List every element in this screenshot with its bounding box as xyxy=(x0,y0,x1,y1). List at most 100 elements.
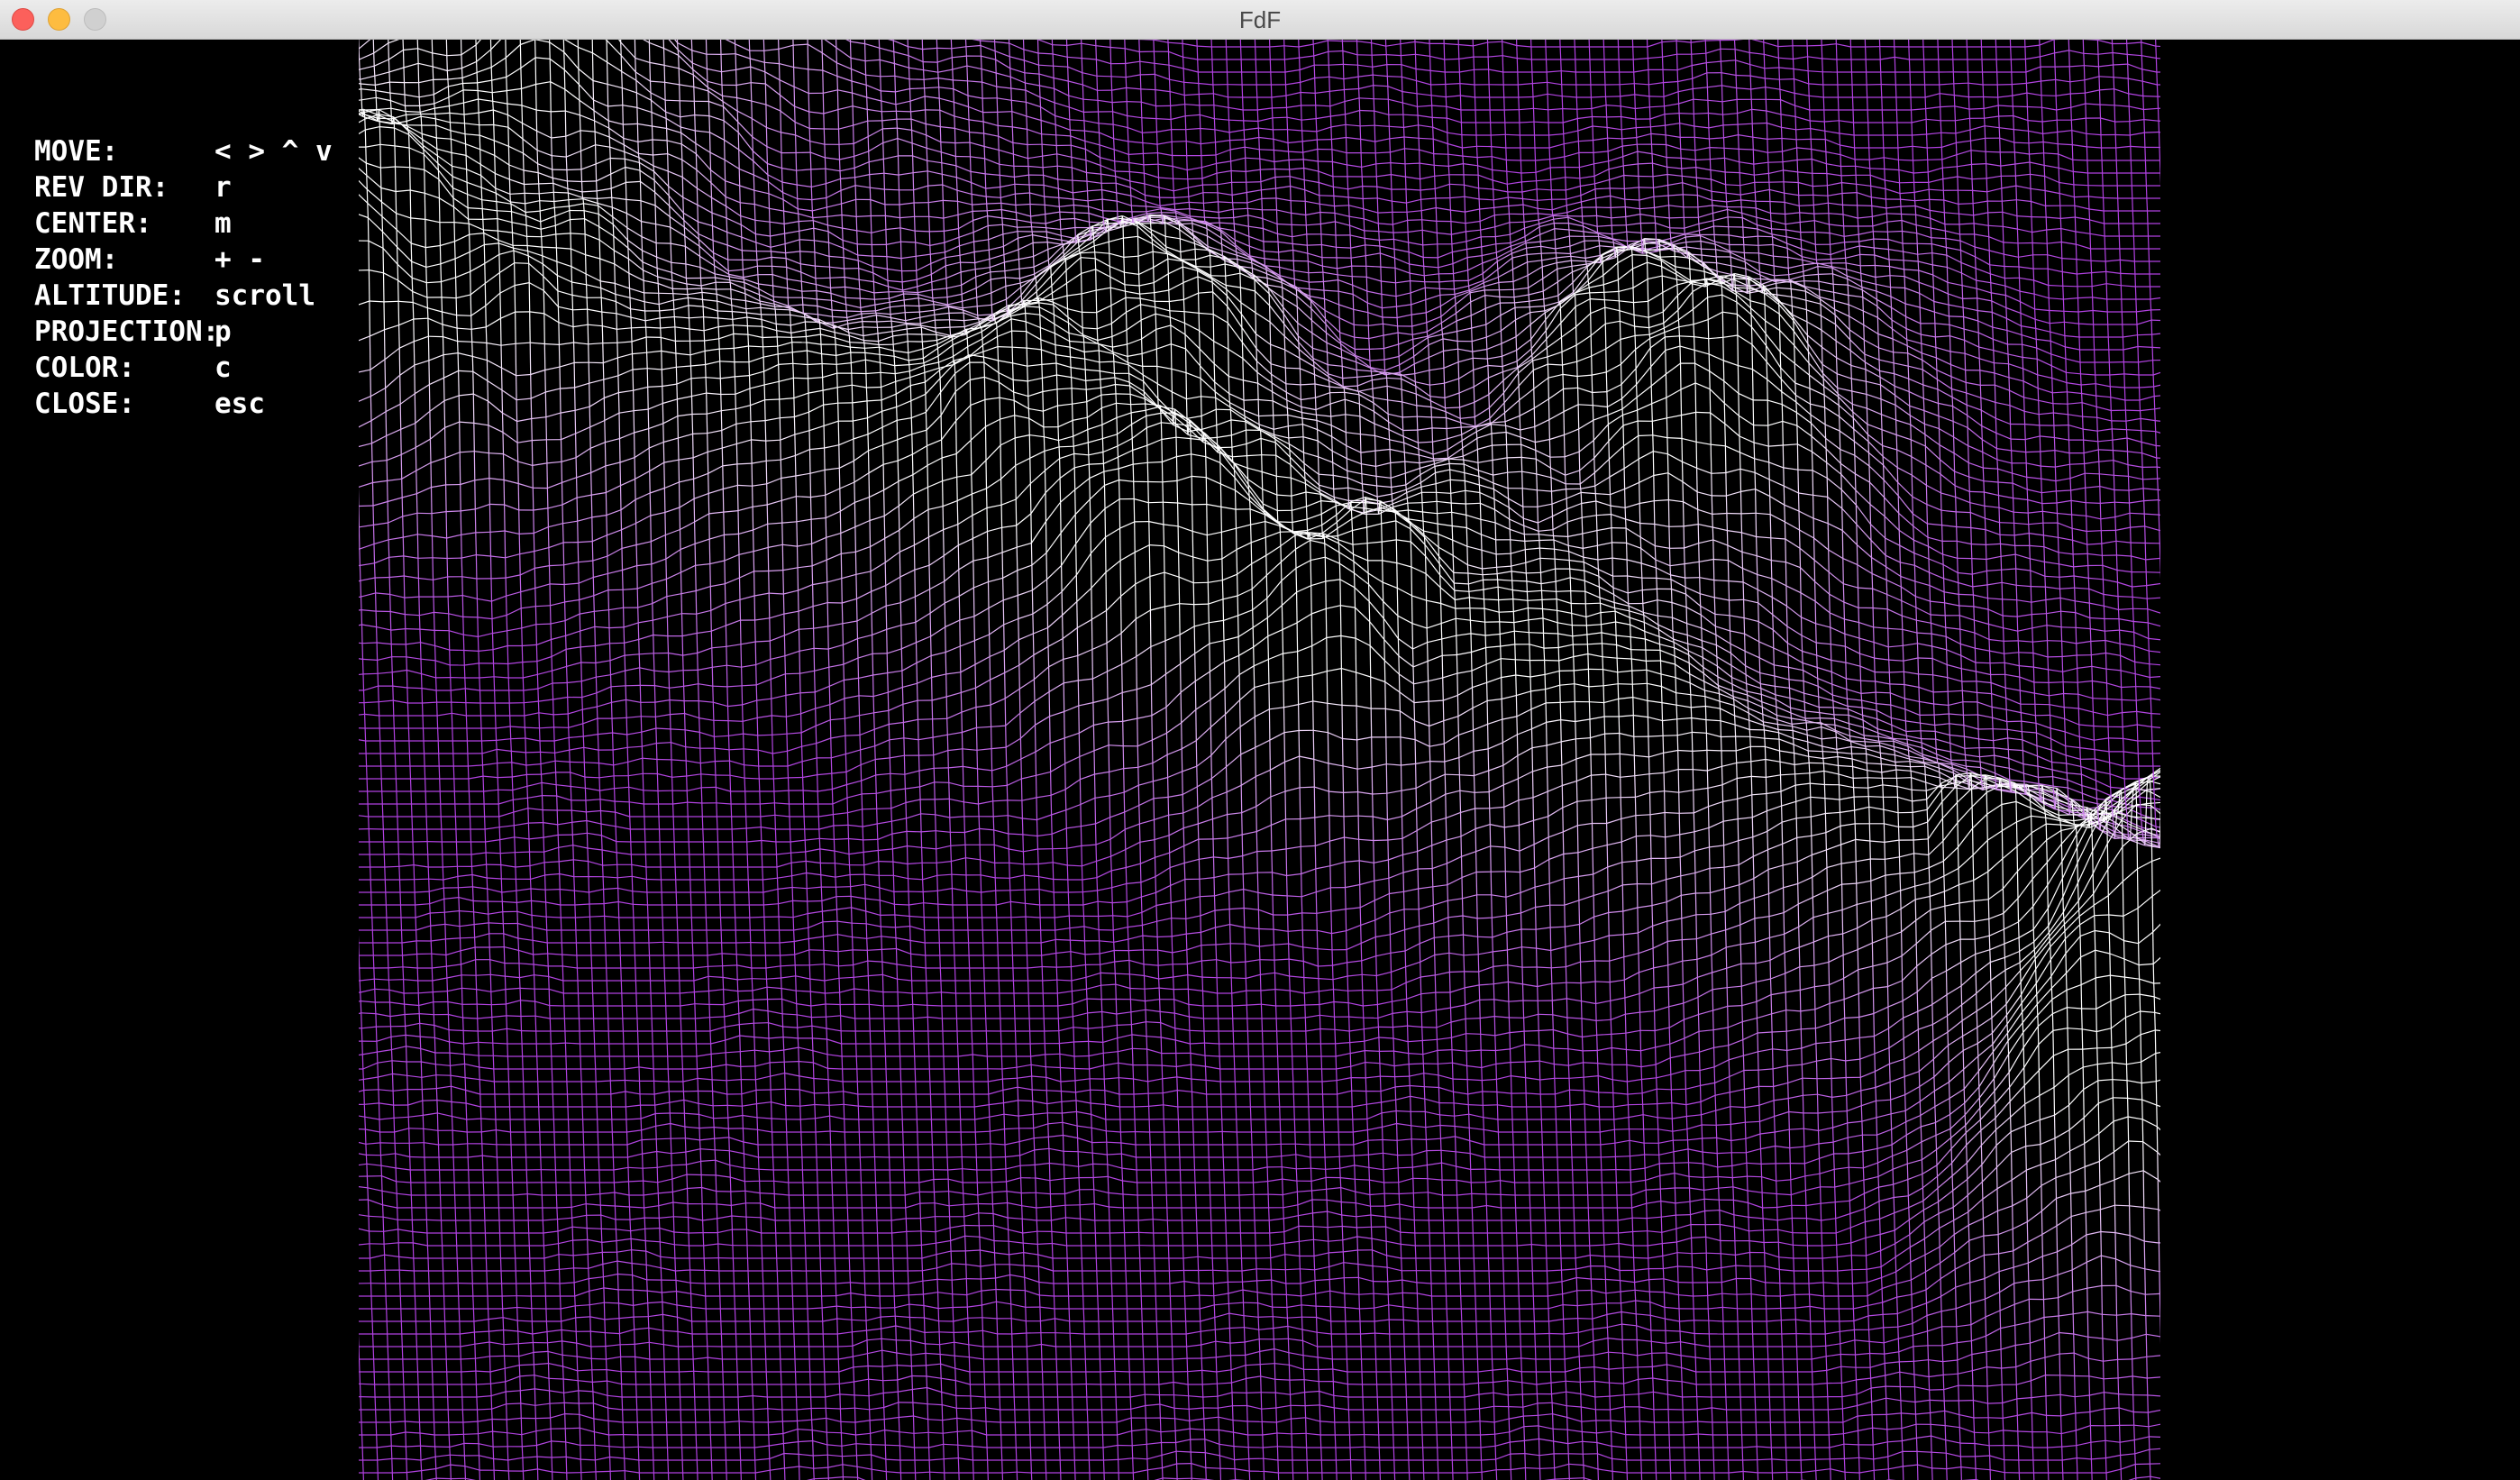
mesh-edge xyxy=(487,343,501,346)
mesh-edge xyxy=(1593,126,1607,127)
mesh-edge xyxy=(711,170,726,181)
mesh-edge xyxy=(721,40,735,44)
mesh-edge xyxy=(553,183,568,188)
mesh-edge xyxy=(1348,197,1363,199)
mesh-edge xyxy=(1580,176,1594,178)
mesh-edge xyxy=(427,308,442,312)
mesh-edge xyxy=(1012,127,1027,130)
mesh-edge xyxy=(1169,51,1183,57)
mesh-edge xyxy=(1325,310,1339,317)
mesh-edge xyxy=(359,270,369,271)
mesh-edge xyxy=(909,68,924,70)
mesh-edge xyxy=(1612,217,1626,218)
mesh-edge xyxy=(1248,226,1263,228)
mesh-edge xyxy=(1420,163,1434,165)
help-key: < > ^ v xyxy=(215,133,333,169)
mesh-edge xyxy=(1055,103,1069,107)
mesh-edge xyxy=(1905,288,1920,294)
mesh-edge xyxy=(846,305,861,308)
mesh-edge xyxy=(2154,383,2160,387)
mesh-edge xyxy=(1312,333,1327,343)
mesh-edge xyxy=(359,162,367,175)
mesh-edge xyxy=(1370,360,1384,361)
mesh-edge xyxy=(881,91,895,92)
mesh-edge xyxy=(1299,44,1313,47)
mesh-edge xyxy=(571,249,586,255)
mesh-edge xyxy=(1234,224,1248,226)
mesh-edge xyxy=(726,206,741,216)
mesh-edge xyxy=(531,392,545,398)
mesh-edge xyxy=(918,290,932,293)
mesh-edge xyxy=(1118,211,1132,212)
mesh-edge xyxy=(1096,59,1110,64)
mesh-edge xyxy=(1168,42,1182,43)
mesh-edge xyxy=(1923,398,1938,403)
mesh-edge xyxy=(982,56,996,59)
mesh-edge xyxy=(1350,225,1365,231)
mesh-edge xyxy=(1110,288,1125,291)
mesh-edge xyxy=(1888,240,1903,244)
mesh-edge xyxy=(683,213,698,222)
mesh-edge xyxy=(1448,164,1463,167)
mesh-edge xyxy=(1124,272,1138,274)
mesh-edge xyxy=(1517,46,1531,48)
mesh-edge xyxy=(1548,82,1562,85)
mesh-edge xyxy=(397,264,412,278)
mesh-edge xyxy=(2059,183,2074,185)
mesh-edge xyxy=(1350,235,1365,239)
mesh-edge xyxy=(1648,312,1663,317)
mesh-edge xyxy=(2081,384,2095,385)
mesh-edge xyxy=(1803,274,1818,275)
mesh-edge xyxy=(2156,59,2160,60)
mesh-edge xyxy=(643,262,657,269)
mesh-edge xyxy=(1978,333,1993,339)
mesh-edge xyxy=(1697,196,1712,201)
mesh-edge xyxy=(990,262,1004,268)
mesh-edge xyxy=(940,127,954,129)
mesh-edge xyxy=(880,354,894,356)
mesh-edge xyxy=(785,240,799,244)
mesh-edge xyxy=(599,240,614,251)
mesh-edge xyxy=(1377,187,1392,189)
mesh-edge xyxy=(908,56,923,62)
mesh-edge xyxy=(572,295,587,297)
mesh-edge xyxy=(920,320,935,324)
mesh-edge xyxy=(1537,179,1551,180)
mesh-edge xyxy=(366,163,380,168)
mesh-edge xyxy=(777,331,791,333)
mesh-edge xyxy=(580,100,594,110)
mesh-edge xyxy=(737,98,752,102)
mesh-edge xyxy=(636,93,651,100)
mesh-edge xyxy=(2061,242,2076,245)
mesh-edge xyxy=(1778,299,1793,317)
mesh-edge xyxy=(1517,339,1531,350)
mesh-edge xyxy=(1240,288,1255,291)
mesh-edge xyxy=(2075,206,2089,209)
mesh-edge xyxy=(1766,87,1780,90)
mesh-edge xyxy=(2054,438,2068,441)
title-bar[interactable]: FdF xyxy=(0,0,2520,40)
mesh-edge xyxy=(1940,84,1954,85)
mesh-edge xyxy=(1234,215,1248,218)
mesh-edge xyxy=(433,67,447,71)
mesh-edge xyxy=(981,46,995,51)
mesh-edge xyxy=(1342,358,1356,362)
mesh-edge xyxy=(1624,187,1639,188)
mesh-edge xyxy=(1402,389,1416,394)
mesh-edge xyxy=(520,40,534,45)
mesh-edge xyxy=(954,89,968,96)
wireframe-viewport[interactable] xyxy=(359,40,2160,1480)
mesh-edge xyxy=(963,297,977,301)
mesh-edge xyxy=(1530,311,1545,313)
mesh-edge xyxy=(1446,407,1460,408)
mesh-edge xyxy=(1609,157,1623,161)
mesh-edge xyxy=(1430,397,1445,398)
mesh-edge xyxy=(1451,232,1465,234)
mesh-edge xyxy=(1906,316,1921,324)
mesh-edge xyxy=(1302,131,1317,132)
mesh-edge xyxy=(443,324,457,328)
mesh-edge xyxy=(1319,183,1333,187)
mesh-edge xyxy=(1437,233,1451,234)
mesh-edge xyxy=(495,173,509,179)
mesh-edge xyxy=(943,185,957,190)
